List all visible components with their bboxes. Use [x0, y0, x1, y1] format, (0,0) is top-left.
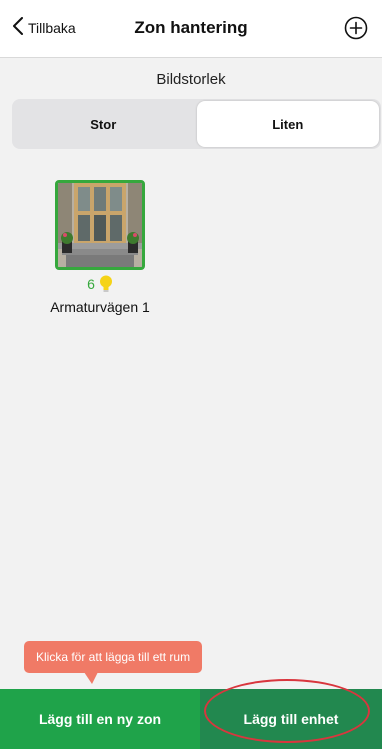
add-zone-button[interactable]: Lägg till en ny zon [0, 689, 200, 749]
chevron-left-icon [12, 16, 24, 40]
segment-large[interactable]: Stor [12, 99, 195, 149]
segment-small[interactable]: Liten [196, 101, 379, 147]
image-size-segmented-control: Stor Liten [12, 99, 381, 149]
zone-thumbnail [55, 180, 145, 270]
tooltip-text: Klicka för att lägga till ett rum [36, 650, 191, 664]
back-button[interactable]: Tillbaka [12, 16, 76, 40]
add-device-button[interactable]: Lägg till enhet [200, 689, 382, 749]
image-size-label: Bildstorlek [156, 71, 226, 88]
zone-card[interactable]: 6 Armaturvägen 1 [40, 180, 160, 315]
lightbulb-icon [99, 275, 113, 293]
device-count: 6 [87, 276, 95, 292]
plus-circle-icon [344, 16, 368, 44]
zone-name: Armaturvägen 1 [50, 299, 150, 315]
add-room-tooltip: Klicka för att lägga till ett rum [24, 641, 203, 673]
navigation-bar: Tillbaka Zon hantering [0, 0, 382, 58]
add-device-label: Lägg till enhet [243, 711, 339, 727]
add-button[interactable] [344, 16, 368, 40]
bottom-action-bar: Lägg till en ny zon Lägg till enhet [0, 689, 382, 749]
tooltip-arrow [84, 672, 98, 684]
back-label: Tillbaka [28, 20, 76, 36]
zone-device-count: 6 [40, 274, 160, 294]
building-entrance-image [58, 183, 142, 267]
add-zone-label: Lägg till en ny zon [38, 711, 162, 727]
